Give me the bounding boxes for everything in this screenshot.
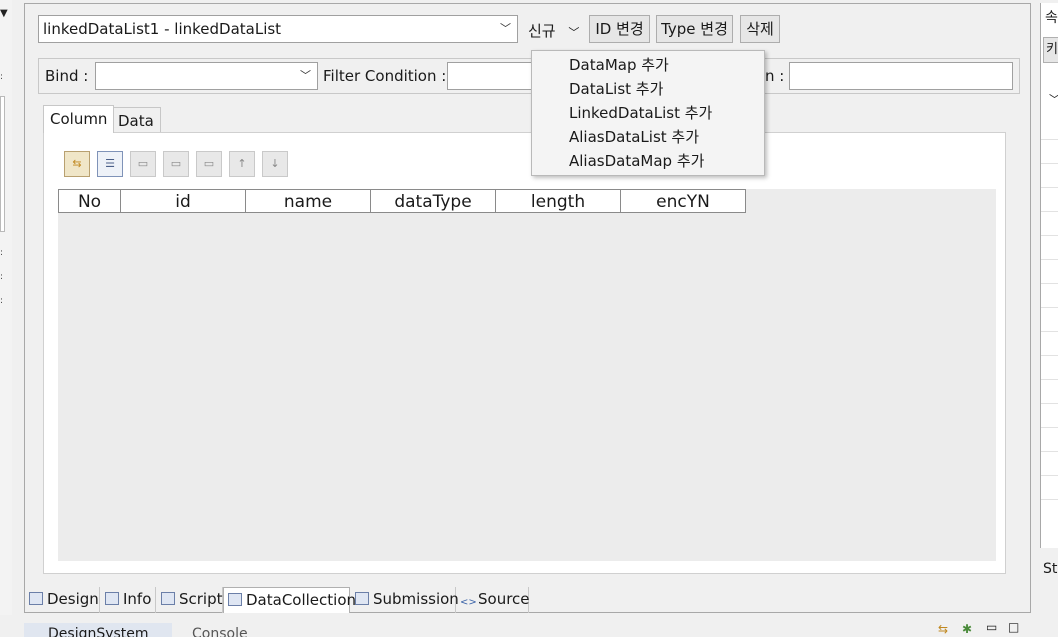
menu-item-aliasdatamap-add[interactable]: AliasDataMap 추가 <box>569 150 704 172</box>
delete-row-icon[interactable]: ▭ <box>196 151 222 177</box>
properties-tab-label[interactable]: 속 <box>1045 7 1058 27</box>
left-glyph: : <box>0 248 4 258</box>
tab-column[interactable]: Column <box>43 105 115 133</box>
tab-script[interactable]: Script <box>157 587 223 613</box>
row-divider <box>1041 475 1058 476</box>
source-icon: <> <box>460 597 477 608</box>
row-divider <box>1041 451 1058 452</box>
row-divider <box>1041 307 1058 308</box>
properties-panel-edge: 속 키 ﹀ Sty <box>1040 3 1058 577</box>
tab-source[interactable]: <>Source <box>456 587 530 613</box>
grid-header-encyn[interactable]: encYN <box>621 189 746 213</box>
third-field-input[interactable] <box>789 62 1013 90</box>
chevron-down-icon: ﹀ <box>500 22 511 35</box>
tab-info[interactable]: Info <box>101 587 156 613</box>
row-divider <box>1041 355 1058 356</box>
left-glyph: : <box>0 296 4 306</box>
row-divider <box>1041 427 1058 428</box>
bind-label: Bind : <box>45 67 89 85</box>
bug-icon[interactable]: ✱ <box>962 622 972 636</box>
row-divider <box>1041 331 1058 332</box>
menu-item-datamap-add[interactable]: DataMap 추가 <box>569 54 669 76</box>
delete-button[interactable]: 삭제 <box>740 15 780 43</box>
tab-designsystem-label: DesignSystem <box>48 626 149 637</box>
row-divider <box>1041 187 1058 188</box>
tab-source-label: Source <box>478 590 530 608</box>
left-panel-edge: ▼ : : : : <box>0 0 12 635</box>
row-divider <box>1041 163 1058 164</box>
new-dropdown[interactable]: 신규 ﹀ <box>528 20 579 41</box>
left-panel-list <box>0 96 5 232</box>
info-icon <box>105 592 119 605</box>
tab-design[interactable]: Design <box>25 587 100 613</box>
move-up-icon[interactable]: ↑ <box>229 151 255 177</box>
submission-icon <box>355 592 369 605</box>
chevron-down-icon: ﹀ <box>568 26 580 39</box>
chevron-down-icon[interactable]: ﹀ <box>1049 91 1058 107</box>
insert-row-icon[interactable]: ▭ <box>163 151 189 177</box>
menu-item-datalist-add[interactable]: DataList 추가 <box>569 78 663 100</box>
data-collection-editor: linkedDataList1 - linkedDataList ﹀ 신규 ﹀ … <box>24 3 1031 613</box>
row-divider <box>1041 211 1058 212</box>
new-label: 신규 <box>528 22 556 40</box>
row-divider <box>1041 379 1058 380</box>
row-divider <box>1041 259 1058 260</box>
grid-header-length[interactable]: length <box>496 189 621 213</box>
chevron-down-icon: ﹀ <box>300 69 311 82</box>
tab-datacollection[interactable]: DataCollection <box>223 587 356 613</box>
tab-info-label: Info <box>123 590 152 608</box>
menu-item-aliasdatalist-add[interactable]: AliasDataList 추가 <box>569 126 699 148</box>
properties-subtab[interactable]: 키 <box>1043 37 1058 63</box>
style-label: Sty <box>1043 561 1058 577</box>
datacollection-icon <box>228 593 242 606</box>
collection-select-value: linkedDataList1 - linkedDataList <box>43 20 282 38</box>
row-divider <box>1041 499 1058 500</box>
collapse-triangle-icon[interactable]: ▼ <box>0 8 8 19</box>
minimize-icon[interactable]: ▭ <box>986 620 997 634</box>
script-icon <box>161 592 175 605</box>
tab-submission[interactable]: Submission <box>351 587 459 613</box>
tab-console-label: Console <box>192 626 248 637</box>
column-list-icon[interactable]: ☰ <box>97 151 123 177</box>
tab-datacollection-label: DataCollection <box>246 591 357 609</box>
id-change-button[interactable]: ID 변경 <box>589 15 650 43</box>
type-change-button[interactable]: Type 변경 <box>656 15 733 43</box>
sync-icon[interactable]: ⇆ <box>938 622 948 636</box>
grid-header-no[interactable]: No <box>58 189 121 213</box>
bind-select[interactable]: ﹀ <box>95 62 318 90</box>
left-glyph: : <box>0 272 4 282</box>
row-divider <box>1041 283 1058 284</box>
grid-header-id[interactable]: id <box>121 189 246 213</box>
new-dropdown-menu: DataMap 추가 DataList 추가 LinkedDataList 추가… <box>531 50 765 176</box>
filter-row: Bind : ﹀ Filter Condition : n : <box>38 58 1020 94</box>
refresh-icon[interactable]: ⇆ <box>64 151 90 177</box>
menu-item-linkeddatalist-add[interactable]: LinkedDataList 추가 <box>569 102 712 124</box>
tab-data[interactable]: Data <box>111 107 161 133</box>
bottom-views-strip: DesignSystem Console ⇆ ✱ ▭ □ <box>0 615 1058 637</box>
left-glyph: : <box>0 72 4 82</box>
tab-design-label: Design <box>47 590 99 608</box>
add-row-icon[interactable]: ▭ <box>130 151 156 177</box>
collection-select[interactable]: linkedDataList1 - linkedDataList ﹀ <box>38 15 518 43</box>
tab-submission-label: Submission <box>373 590 459 608</box>
maximize-icon[interactable]: □ <box>1008 620 1019 634</box>
grid-header-datatype[interactable]: dataType <box>371 189 496 213</box>
third-field-label: n : <box>765 67 785 85</box>
grid-header-name[interactable]: name <box>246 189 371 213</box>
filter-condition-input[interactable] <box>447 62 537 90</box>
row-divider <box>1041 139 1058 140</box>
row-divider <box>1041 235 1058 236</box>
filter-condition-label: Filter Condition : <box>323 67 447 85</box>
column-grid: No id name dataType length encYN <box>58 189 996 561</box>
tab-script-label: Script <box>179 590 223 608</box>
move-down-icon[interactable]: ↓ <box>262 151 288 177</box>
column-panel: ⇆ ☰ ▭ ▭ ▭ ↑ ↓ No id name dataType length… <box>43 132 1006 574</box>
row-divider <box>1041 403 1058 404</box>
design-icon <box>29 592 43 605</box>
